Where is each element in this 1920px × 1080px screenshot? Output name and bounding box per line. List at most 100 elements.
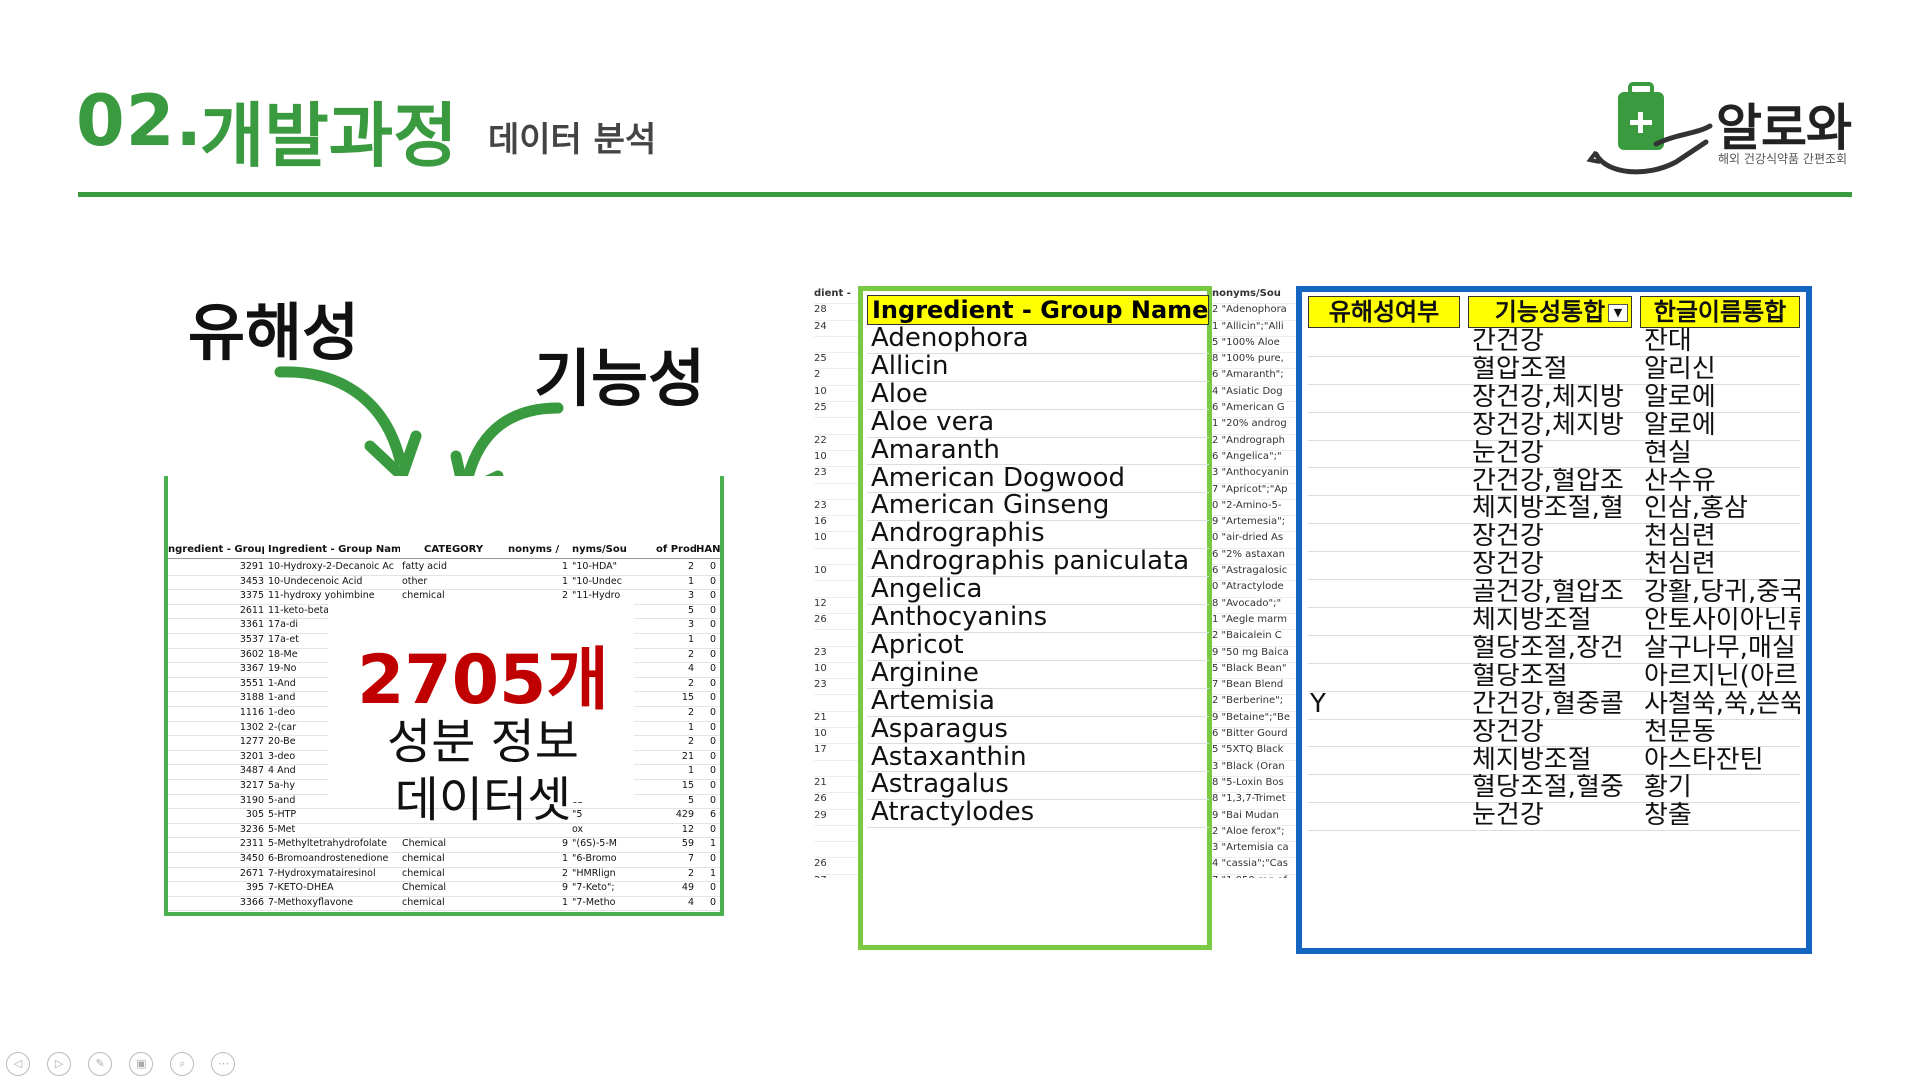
sheet-header-cell: of Produc — [656, 544, 696, 555]
korean-name-cell: 안토사이아닌류 — [1644, 607, 1800, 635]
function-cell: 장건강 — [1472, 551, 1544, 580]
table-row: 체지방조절 안토사이아닌류 — [1308, 607, 1800, 636]
sheet-cell: 17 — [814, 744, 858, 761]
table-cell: 3366 — [239, 896, 264, 908]
table-cell: 3217 — [239, 780, 264, 791]
table-cell: 3450 — [239, 853, 264, 864]
sheet-cell: 1 "Aegle marm — [1212, 614, 1300, 631]
sheet-cell: 5 "Black Bean" — [1212, 663, 1300, 680]
table-row: 눈건강 현실 — [1308, 440, 1800, 469]
function-cell: 혈압조절 — [1472, 355, 1568, 384]
sheet-cell: 1 "Allicin";"Alli — [1212, 321, 1300, 337]
function-cell: 체지방조절,혈 — [1472, 495, 1624, 524]
korean-name-cell: 아르지닌(아르 — [1644, 662, 1798, 691]
table-row: 395 7-KETO-DHEA Chemical 9 "7-Keto"; 49 0 — [168, 881, 720, 897]
ingredient-item: Amaranth — [867, 437, 1209, 466]
table-cell: "10-Undec — [572, 575, 622, 587]
ingredient-item: Artemisia — [867, 688, 1209, 717]
filter-dropdown-icon[interactable]: ▼ — [1608, 304, 1628, 322]
table-cell: 0 — [709, 721, 716, 733]
sheet-cell: 2 "Aloe ferox"; — [1212, 826, 1300, 843]
logo-tagline: 해외 건강식약품 간편조회 — [1718, 152, 1848, 166]
table-cell: 7 — [687, 853, 694, 864]
korean-name-header: 한글이름통합 — [1640, 296, 1800, 328]
ingredient-item: Asparagus — [867, 716, 1209, 745]
pen-icon[interactable]: ✎ — [88, 1052, 113, 1076]
table-cell: 15 — [681, 780, 694, 791]
sheet-header-cell: nonyms / — [508, 544, 560, 555]
next-slide-icon[interactable]: ▷ — [47, 1052, 72, 1076]
table-cell: 12 — [681, 823, 694, 835]
sheet-cell — [814, 826, 858, 843]
sheet-cell: 23 — [814, 647, 858, 663]
function-cell: 장건강,체지방 — [1472, 383, 1624, 412]
sheet-cell: 9 "Bai Mudan — [1212, 810, 1300, 826]
table-row: 장건강,체지방 알로에 — [1308, 412, 1800, 441]
function-cell: 장건강 — [1472, 718, 1544, 747]
table-row: 혈당조절,혈중 황기 — [1308, 774, 1800, 804]
sheet-cell: 22 — [814, 435, 858, 451]
sheet-cell: 4 "cassia";"Cas — [1212, 858, 1300, 875]
table-cell: 0 — [709, 663, 716, 675]
table-cell: 1116 — [239, 707, 264, 718]
sheet-cell — [814, 630, 858, 647]
sheet-cell: 2 "Berberine"; — [1212, 695, 1300, 712]
section-number: 02. — [76, 80, 204, 162]
zoom-icon[interactable]: ⌕ — [170, 1052, 195, 1076]
table-cell: 7-KETO-DHEA — [268, 882, 334, 894]
sheet-cell: 0 "air-dried As — [1212, 532, 1300, 549]
sheet-cell — [814, 549, 858, 566]
table-cell: 1277 — [239, 736, 264, 748]
table-cell: 3453 — [239, 575, 264, 587]
table-cell: other — [402, 575, 428, 587]
table-cell: 0 — [709, 794, 716, 806]
sheet-cell: 25 — [814, 402, 858, 419]
table-cell: 1 — [709, 838, 716, 850]
previous-slide-icon[interactable]: ◁ — [6, 1052, 30, 1076]
slides-grid-icon[interactable]: ▣ — [129, 1052, 154, 1076]
ingredient-item: Astaxanthin — [867, 744, 1209, 773]
table-cell: 3487 — [239, 765, 264, 777]
page-subtitle: 데이터 분석 — [488, 120, 657, 160]
sheet-cell: 2 "Andrograph — [1212, 435, 1300, 451]
sheet-cell: 8 "100% pure, — [1212, 353, 1300, 370]
table-row: 장건강,체지방 알로에 — [1308, 384, 1800, 413]
table-cell: 1 — [687, 721, 694, 733]
table-cell: 1 — [561, 561, 568, 572]
sheet-cell: 25 — [814, 353, 858, 370]
table-cell: 4 — [687, 663, 694, 675]
table-cell: 429 — [675, 809, 694, 821]
korean-name-cell: 알리신 — [1644, 355, 1716, 384]
table-row: 장건강 천문동 — [1308, 719, 1800, 748]
table-cell: "7-Metho — [572, 896, 616, 908]
harm-flag-header: 유해성여부 — [1308, 296, 1460, 328]
table-row: 체지방조절,혈 인삼,홍삼 — [1308, 495, 1800, 525]
more-options-icon[interactable]: ⋯ — [211, 1052, 236, 1076]
sheet-header-cell: dient - — [814, 288, 858, 305]
arrow-down-right-icon — [274, 366, 422, 482]
korean-name-cell: 천심련 — [1644, 523, 1716, 552]
table-cell: 11-hydroxy yohimbine — [268, 590, 375, 602]
function-cell: 혈당조절 — [1472, 662, 1568, 691]
table-cell: 1302 — [239, 721, 264, 733]
table-cell: 0 — [709, 707, 716, 718]
ingredient-item: Astragalus — [867, 771, 1209, 801]
sheet-cell: 26 — [814, 614, 858, 631]
table-cell: 1 — [561, 853, 568, 864]
table-cell: 0 — [709, 736, 716, 748]
table-cell: 9 — [561, 838, 568, 850]
table-cell: 305 — [245, 809, 264, 821]
table-cell: 1 — [687, 765, 694, 777]
sheet-cell: 2 "Adenophora — [1212, 304, 1300, 321]
table-cell: "(6S)-5-M — [572, 838, 617, 850]
sheet-header-cell: nyms/Sou — [572, 544, 627, 555]
sheet-cell: 23 — [814, 467, 858, 484]
korean-name-cell: 알로에 — [1644, 383, 1716, 412]
table-cell: chemical — [402, 853, 445, 864]
table-cell: 2 — [687, 677, 694, 689]
table-cell: chemical — [402, 867, 445, 879]
table-row: 3291 10-Hydroxy-2-Decanoic Ac fatty acid 1 "… — [168, 560, 720, 576]
sheet-cell: 10 — [814, 451, 858, 468]
function-cell: 간건강,혈중콜 — [1472, 690, 1624, 719]
function-cell: 골건강,혈압조 — [1472, 579, 1624, 607]
